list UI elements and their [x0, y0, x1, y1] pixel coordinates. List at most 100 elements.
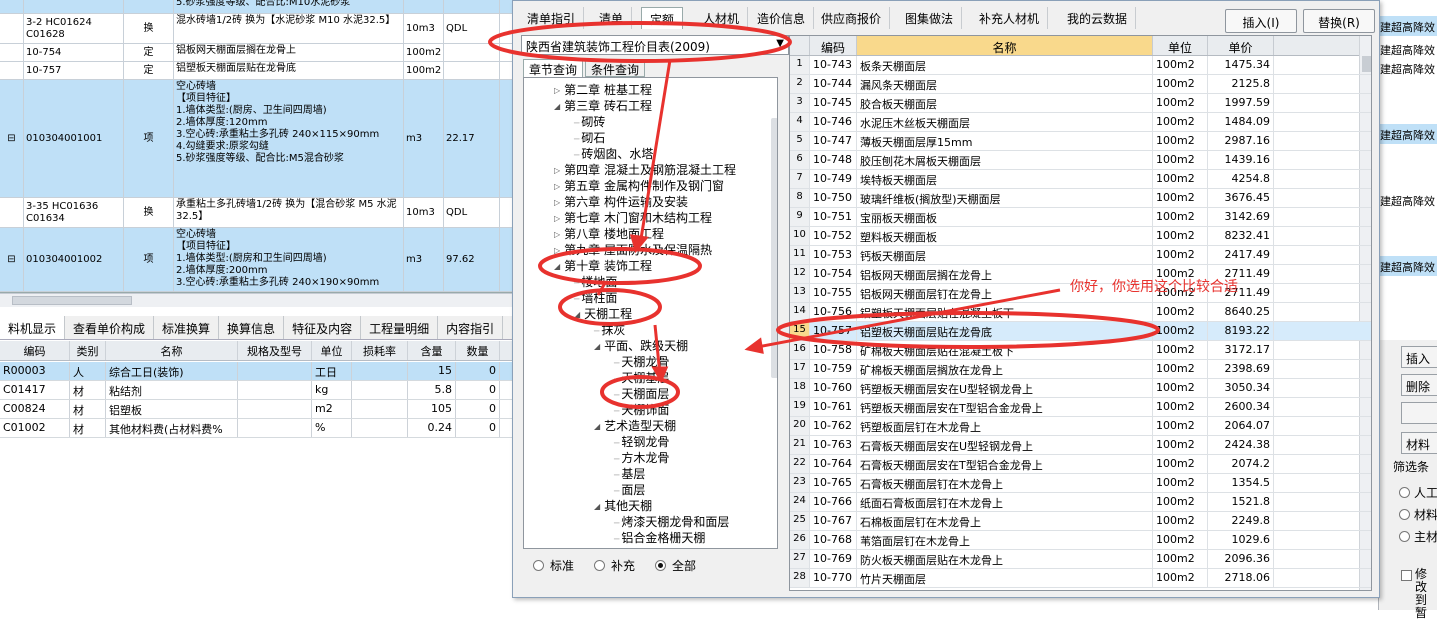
tree-node[interactable]: ─ 天棚饰面 [614, 403, 669, 420]
grid-row[interactable]: 19 10-761 钙塑板天棚面层安在T型铝合金龙骨上 100m2 2600.34 [790, 398, 1371, 417]
grid-row[interactable]: 8 10-750 玻璃纤维板(搁放型)天棚面层 100m2 3676.45 [790, 189, 1371, 208]
expand-icon[interactable]: ▷ [554, 198, 560, 207]
radio-circle[interactable] [655, 560, 667, 571]
expand-icon[interactable]: ▷ [554, 182, 560, 191]
tab-material[interactable]: 人材机 [695, 7, 749, 29]
tab-quantity-detail[interactable]: 工程量明细 [361, 316, 439, 339]
materials-row[interactable]: R00003 人综合工日(装饰) 工日 15 0 [0, 362, 515, 381]
grid-row[interactable]: 14 10-756 铝塑板天棚面层贴在混凝土板下 100m2 8640.25 [790, 303, 1371, 322]
chevron-down-icon[interactable]: ▼ [776, 38, 784, 49]
bg-table-row[interactable]: 5.砂浆强度等级、配合比:M10水泥砂浆 [0, 0, 515, 14]
library-select[interactable]: 陕西省建筑装饰工程价目表(2009) ▼ [521, 35, 789, 55]
tree-node[interactable]: ─ 楼地面 [574, 275, 617, 292]
grid-col-header[interactable]: 单价 [1208, 36, 1274, 55]
grid-row[interactable]: 18 10-760 钙塑板天棚面层安在U型轻钢龙骨上 100m2 3050.34 [790, 379, 1371, 398]
radio-circle[interactable] [594, 560, 606, 571]
tab-content-guide[interactable]: 内容指引 [438, 316, 504, 339]
tree-scrollbar[interactable] [771, 118, 777, 378]
grid-row[interactable]: 15 10-757 铝塑板天棚面层贴在龙骨底 100m2 8193.22 [790, 322, 1371, 341]
grid-row[interactable]: 24 10-766 纸面石膏板面层钉在木龙骨上 100m2 1521.8 [790, 493, 1371, 512]
right-radio[interactable]: 人工 [1399, 484, 1437, 501]
grid-col-header[interactable]: 单位 [1153, 36, 1208, 55]
bg-table-row[interactable]: ⊟ 010304001001 项 空心砖墙 【项目特征】 1.墙体类型:(厨房、卫生间… [0, 80, 515, 198]
tab-atlas[interactable]: 图集做法 [897, 7, 963, 29]
tree-node[interactable]: ▷ 第七章 木门窗和木结构工程 [554, 211, 712, 227]
grid-row[interactable]: 11 10-753 钙板天棚面层 100m2 2417.49 [790, 246, 1371, 265]
collapse-icon[interactable]: ◢ [594, 502, 600, 511]
grid-col-header[interactable]: 名称 [857, 36, 1153, 55]
grid-row[interactable]: 6 10-748 胶压刨花木屑板天棚面层 100m2 1439.16 [790, 151, 1371, 170]
collapse-icon[interactable]: ⊟ [7, 133, 15, 145]
bg-table-row[interactable]: 3-35 HC01636 C01634 换 承重粘土多孔砖墙1/2砖 换为【混合砂浆… [0, 198, 515, 228]
checkbox-box[interactable] [1401, 570, 1412, 581]
radio-supplement[interactable]: 补充 [594, 557, 635, 574]
expand-icon[interactable]: ▷ [554, 214, 560, 223]
radio-circle[interactable] [1399, 487, 1410, 498]
grid-col-header[interactable] [790, 36, 810, 55]
tree-node[interactable]: ─ 抹灰 [594, 323, 625, 340]
replace-button[interactable]: 替换(R) [1303, 9, 1375, 33]
bg-table-row[interactable]: 10-757 定 铝塑板天棚面层贴在龙骨底 100m2 [0, 62, 515, 80]
tab-supplier[interactable]: 供应商报价 [813, 7, 891, 29]
tree-node[interactable]: ▷ 第五章 金属构件制作及钢门窗 [554, 179, 724, 195]
tab-guide[interactable]: 清单指引 [519, 7, 585, 29]
grid-row[interactable]: 2 10-744 漏风条天棚面层 100m2 2125.8 [790, 75, 1371, 94]
bg-horizontal-scrollbar[interactable] [0, 293, 515, 307]
right-panel-button[interactable]: 材料 [1401, 432, 1437, 454]
tree-node[interactable]: ◢ 第十章 装饰工程 [554, 259, 652, 275]
tab-chapter-query[interactable]: 章节查询 [523, 59, 584, 77]
grid-row[interactable]: 26 10-768 苇箔面层钉在木龙骨上 100m2 1029.6 [790, 531, 1371, 550]
tab-unit-price[interactable]: 查看单价构成 [65, 316, 155, 339]
tree-node[interactable]: ▷ 第九章 屋面防水及保温隔热 [554, 243, 712, 259]
tab-materials[interactable]: 料机显示 [0, 316, 66, 339]
tree-node[interactable]: ─ 砖烟囱、水塔 [574, 147, 653, 164]
tree-node[interactable]: ─ 天棚基层 [614, 371, 669, 388]
tab-supplement[interactable]: 补充人材机 [971, 7, 1049, 29]
tree-node[interactable]: ◢ 其他天棚 [594, 499, 652, 515]
tab-quota[interactable]: 定额 [641, 7, 684, 29]
tree-node[interactable]: ─ 铝合金格栅天棚 [614, 531, 705, 548]
right-panel-button[interactable] [1401, 402, 1437, 424]
tab-list[interactable]: 清单 [591, 7, 633, 29]
tree-node[interactable]: ─ 砌砖 [574, 115, 605, 132]
bg-table-row[interactable]: 3-2 HC01624 C01628 换 混水砖墙1/2砖 换为【水泥砂浆 M10 … [0, 14, 515, 44]
right-radio[interactable]: 主材 [1399, 528, 1437, 545]
grid-row[interactable]: 3 10-745 胶合板天棚面层 100m2 1997.59 [790, 94, 1371, 113]
grid-row[interactable]: 22 10-764 石膏板天棚面层安在T型铝合金龙骨上 100m2 2074.2 [790, 455, 1371, 474]
grid-row[interactable]: 9 10-751 宝丽板天棚面板 100m2 3142.69 [790, 208, 1371, 227]
tree-node[interactable]: ▷ 第六章 构件运输及安装 [554, 195, 688, 211]
grid-row[interactable]: 7 10-749 埃特板天棚面层 100m2 4254.8 [790, 170, 1371, 189]
radio-all[interactable]: 全部 [655, 557, 696, 574]
collapse-icon[interactable]: ◢ [574, 310, 580, 319]
tree-node[interactable]: ─ 砌石 [574, 131, 605, 148]
tree-node[interactable]: ◢ 平面、跌级天棚 [594, 339, 688, 355]
grid-row[interactable]: 23 10-765 石膏板天棚面层钉在木龙骨上 100m2 1354.5 [790, 474, 1371, 493]
tab-standard-convert[interactable]: 标准换算 [154, 316, 220, 339]
right-panel-button[interactable]: 删除 [1401, 374, 1437, 396]
expand-icon[interactable]: ▷ [554, 166, 560, 175]
expand-icon[interactable]: ▷ [554, 86, 560, 95]
collapse-icon[interactable]: ⊟ [7, 254, 15, 266]
collapse-icon[interactable]: ◢ [594, 422, 600, 431]
radio-circle[interactable] [533, 560, 544, 571]
tab-price-info[interactable]: 造价信息 [749, 7, 815, 29]
radio-circle[interactable] [1399, 531, 1410, 542]
grid-row[interactable]: 28 10-770 竹片天棚面层 100m2 2718.06 [790, 569, 1371, 588]
tree-node[interactable]: ─ 基层 [614, 467, 645, 484]
grid-row[interactable]: 21 10-763 石膏板天棚面层安在U型轻钢龙骨上 100m2 2424.38 [790, 436, 1371, 455]
tree-node[interactable]: ▷ 第八章 楼地面工程 [554, 227, 664, 243]
tab-condition-query[interactable]: 条件查询 [585, 59, 646, 77]
tab-convert-info[interactable]: 换算信息 [219, 316, 285, 339]
tree-node[interactable]: ▷ 第二章 桩基工程 [554, 83, 652, 99]
modify-checkbox[interactable]: 修改到暂 [1401, 568, 1437, 620]
tab-cloud[interactable]: 我的云数据 [1059, 7, 1137, 29]
grid-row[interactable]: 16 10-758 矿棉板天棚面层贴在混凝土板下 100m2 3172.17 [790, 341, 1371, 360]
tree-node[interactable]: ─ 轻钢龙骨 [614, 435, 669, 452]
grid-row[interactable]: 5 10-747 薄板天棚面层厚15mm 100m2 2987.16 [790, 132, 1371, 151]
tree-node[interactable]: ◢ 第三章 砖石工程 [554, 99, 652, 115]
collapse-icon[interactable]: ◢ [594, 342, 600, 351]
tree-node[interactable]: ─ 方木龙骨 [614, 451, 669, 468]
tree-node[interactable]: ─ 墙柱面 [574, 291, 617, 308]
materials-row[interactable]: C00824 材铝塑板 m2 105 0 [0, 400, 515, 419]
expand-icon[interactable]: ▷ [554, 230, 560, 239]
